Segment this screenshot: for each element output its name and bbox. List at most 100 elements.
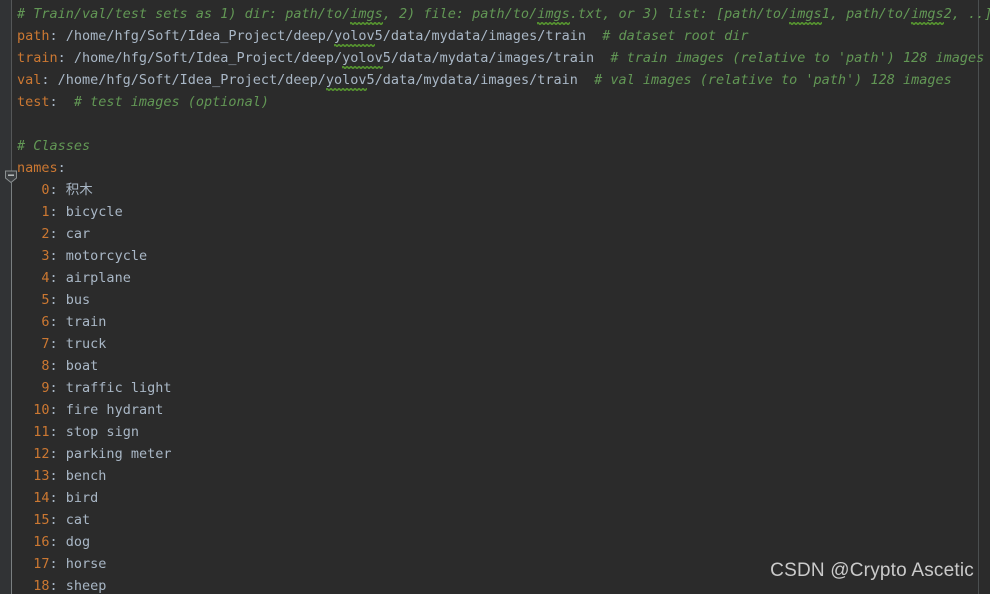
class-index: 12 [33, 446, 50, 462]
class-index: 7 [41, 336, 50, 352]
yaml-key-train: train [17, 50, 58, 66]
colon: : [49, 512, 66, 528]
code-line-class-16: 16: dog [0, 531, 990, 553]
colon: : [49, 556, 66, 572]
comment-text: # train images (relative to 'path') 128 … [594, 50, 985, 66]
comment-text: , 2) file: path/to/ [382, 6, 538, 22]
class-index: 1 [41, 204, 50, 220]
class-name: dog [65, 534, 91, 550]
class-index: 13 [33, 468, 50, 484]
yaml-key-path: path [17, 28, 50, 44]
code-line-class-13: 13: bench [0, 465, 990, 487]
code-editor[interactable]: # Train/val/test sets as 1) dir: path/to… [0, 0, 990, 594]
class-index: 3 [41, 248, 50, 264]
path-value: 5/data/mydata/images/train [374, 28, 586, 44]
code-line-class-4: 4: airplane [0, 267, 990, 289]
class-name: boat [65, 358, 99, 374]
class-name: sheep [65, 578, 107, 594]
code-fold-region-line [11, 183, 12, 594]
class-index: 16 [33, 534, 50, 550]
colon: : [49, 578, 66, 594]
code-line-names: names: [0, 157, 990, 179]
class-index: 11 [33, 424, 50, 440]
code-line-class-6: 6: train [0, 311, 990, 333]
class-index: 17 [33, 556, 50, 572]
class-index: 5 [41, 292, 50, 308]
class-index: 4 [41, 270, 50, 286]
class-name: stop sign [65, 424, 139, 440]
comment-text: # val images (relative to 'path') 128 im… [577, 72, 952, 88]
comment-text: .txt, or 3) list: [path/to/ [569, 6, 790, 22]
code-line-path: path: /home/hfg/Soft/Idea_Project/deep/y… [0, 25, 990, 47]
colon: : [49, 314, 66, 330]
class-index: 10 [33, 402, 50, 418]
class-list: 0: 积木 1: bicycle 2: car 3: motorcycle 4:… [0, 179, 990, 594]
path-value: /home/hfg/Soft/Idea_Project/deep/ [49, 72, 326, 88]
colon: : [57, 50, 66, 66]
colon: : [49, 358, 66, 374]
code-line-class-0: 0: 积木 [0, 179, 990, 201]
code-line-class-3: 3: motorcycle [0, 245, 990, 267]
class-name: 积木 [65, 182, 93, 198]
colon: : [49, 380, 66, 396]
colon: : [49, 94, 58, 110]
comment-text: 2, ..] [943, 6, 990, 22]
misspelled-word: imgs [350, 3, 383, 25]
class-name: train [65, 314, 107, 330]
yaml-key-val: val [17, 72, 42, 88]
misspelled-word: imgs [789, 3, 822, 25]
code-line-class-11: 11: stop sign [0, 421, 990, 443]
collapse-minus-icon[interactable] [4, 169, 18, 184]
class-index: 18 [33, 578, 50, 594]
colon: : [49, 292, 66, 308]
colon: : [49, 336, 66, 352]
colon: : [49, 446, 66, 462]
class-name: traffic light [65, 380, 172, 396]
code-line-class-5: 5: bus [0, 289, 990, 311]
code-line-class-10: 10: fire hydrant [0, 399, 990, 421]
class-name: horse [65, 556, 107, 572]
code-line-comment-sets: # Train/val/test sets as 1) dir: path/to… [0, 3, 990, 25]
path-value: /home/hfg/Soft/Idea_Project/deep/ [65, 50, 343, 66]
code-line-class-7: 7: truck [0, 333, 990, 355]
code-line-class-8: 8: boat [0, 355, 990, 377]
code-line-test: test: # test images (optional) [0, 91, 990, 113]
class-name: fire hydrant [65, 402, 164, 418]
comment-text: # dataset root dir [585, 28, 749, 44]
code-line-class-14: 14: bird [0, 487, 990, 509]
misspelled-word: yolov [342, 47, 383, 69]
code-line-class-1: 1: bicycle [0, 201, 990, 223]
colon: : [49, 534, 66, 550]
code-line-val: val: /home/hfg/Soft/Idea_Project/deep/yo… [0, 69, 990, 91]
class-name: bench [65, 468, 107, 484]
misspelled-word: yolov [325, 69, 367, 91]
class-index: 9 [41, 380, 50, 396]
class-index: 15 [33, 512, 50, 528]
class-name: truck [65, 336, 107, 352]
comment-text: # test images (optional) [57, 94, 269, 110]
code-line-comment-classes: # Classes [0, 135, 990, 157]
code-line-train: train: /home/hfg/Soft/Idea_Project/deep/… [0, 47, 990, 69]
code-line-class-15: 15: cat [0, 509, 990, 531]
colon: : [49, 226, 66, 242]
code-content[interactable]: # Train/val/test sets as 1) dir: path/to… [0, 3, 990, 594]
class-index: 14 [33, 490, 50, 506]
colon: : [49, 270, 66, 286]
class-index: 6 [41, 314, 50, 330]
colon: : [49, 468, 66, 484]
path-value: /home/hfg/Soft/Idea_Project/deep/ [57, 28, 334, 44]
yaml-key-names: names [17, 160, 58, 176]
